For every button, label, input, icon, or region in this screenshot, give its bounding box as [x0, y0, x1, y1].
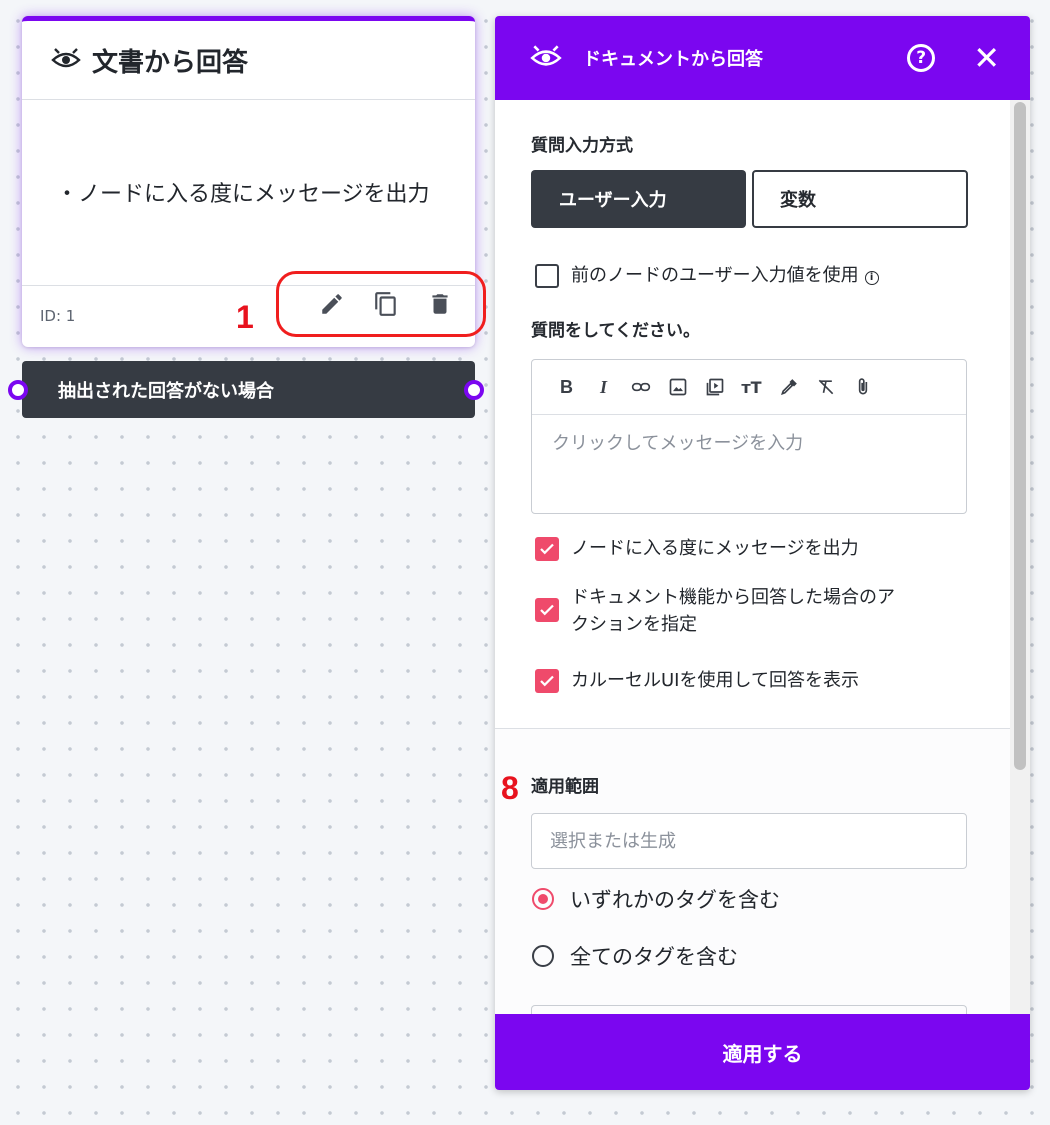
- image-icon[interactable]: [659, 377, 696, 397]
- copy-icon[interactable]: [373, 291, 399, 317]
- input-port[interactable]: [8, 380, 28, 400]
- trash-icon[interactable]: [427, 291, 453, 317]
- color-picker-icon[interactable]: [770, 377, 807, 397]
- eye-icon: [530, 45, 562, 66]
- radio-all-tags-row[interactable]: 全てのタグを含む: [532, 941, 738, 971]
- eye-icon: [51, 48, 81, 68]
- carousel-ui-label: カルーセルUIを使用して回答を表示: [571, 670, 859, 691]
- video-icon[interactable]: [696, 377, 733, 397]
- text-size-icon[interactable]: ᴛT: [733, 378, 770, 397]
- scope-label: 適用範囲: [531, 777, 599, 797]
- specify-action-checkbox[interactable]: [535, 598, 559, 622]
- apply-button[interactable]: 適用する: [495, 1014, 1030, 1090]
- variable-option-button[interactable]: 変数: [752, 170, 968, 228]
- node-action-group: [276, 271, 486, 337]
- specify-action-label-line1: ドキュメント機能から回答した場合のア: [571, 587, 895, 608]
- link-icon[interactable]: [622, 377, 659, 397]
- panel-header: ドキュメントから回答 ? ✕: [495, 16, 1030, 100]
- italic-icon[interactable]: I: [585, 377, 622, 398]
- radio-any-tag-row[interactable]: いずれかのタグを含む: [532, 884, 780, 914]
- use-prev-input-label: 前のノードのユーザー入力値を使用: [571, 265, 859, 286]
- info-icon[interactable]: i: [864, 270, 879, 285]
- node-id: ID: 1: [40, 307, 76, 325]
- carousel-ui-checkbox[interactable]: [535, 669, 559, 693]
- radio-all-tags-label: 全てのタグを含む: [570, 945, 738, 969]
- pencil-icon[interactable]: [319, 291, 345, 317]
- output-port[interactable]: [464, 380, 484, 400]
- radio-any-tag[interactable]: [532, 888, 554, 910]
- specify-action-row[interactable]: ドキュメント機能から回答した場合のア クションを指定: [535, 584, 895, 638]
- output-message-label: ノードに入る度にメッセージを出力: [571, 538, 859, 559]
- specify-action-label-line2: クションを指定: [571, 614, 697, 635]
- use-prev-input-checkbox[interactable]: [535, 264, 559, 288]
- attachment-icon[interactable]: [844, 377, 881, 397]
- help-icon[interactable]: ?: [907, 44, 936, 72]
- annotation-marker-8: 8: [501, 770, 519, 806]
- input-method-label: 質問入力方式: [531, 136, 633, 156]
- use-prev-input-row[interactable]: 前のノードのユーザー入力値を使用 i: [535, 262, 879, 289]
- check-icon: [540, 543, 554, 555]
- check-icon: [540, 604, 554, 616]
- panel-title: ドキュメントから回答: [583, 49, 763, 70]
- radio-any-tag-label: いずれかのタグを含む: [570, 888, 780, 912]
- check-icon: [540, 675, 554, 687]
- radio-all-tags[interactable]: [532, 945, 554, 967]
- node-title: 文書から回答: [92, 47, 249, 78]
- bold-icon[interactable]: B: [548, 377, 585, 398]
- panel-scrollbar-thumb[interactable]: [1014, 102, 1026, 770]
- close-icon[interactable]: ✕: [973, 42, 1000, 74]
- node-header: 文書から回答: [22, 21, 475, 100]
- user-input-option-button[interactable]: ユーザー入力: [531, 170, 746, 228]
- carousel-ui-row[interactable]: カルーセルUIを使用して回答を表示: [535, 667, 859, 694]
- output-message-row[interactable]: ノードに入る度にメッセージを出力: [535, 535, 859, 562]
- clear-format-icon[interactable]: [807, 377, 844, 397]
- scope-select-input[interactable]: [531, 813, 967, 869]
- node-body: ・ノードに入る度にメッセージを出力: [22, 100, 475, 286]
- editor-toolbar: B I ᴛT: [532, 360, 966, 415]
- output-message-checkbox[interactable]: [535, 537, 559, 561]
- node-card[interactable]: 文書から回答 ・ノードに入る度にメッセージを出力 ID: 1: [22, 16, 486, 347]
- annotation-marker-1: 1: [236, 299, 254, 335]
- exit-no-answer-bar[interactable]: 抽出された回答がない場合: [22, 361, 475, 418]
- message-editor[interactable]: B I ᴛT クリックしてメッセージを入力: [531, 359, 967, 514]
- editor-placeholder[interactable]: クリックしてメッセージを入力: [532, 415, 966, 469]
- question-label: 質問をしてください。: [531, 321, 700, 341]
